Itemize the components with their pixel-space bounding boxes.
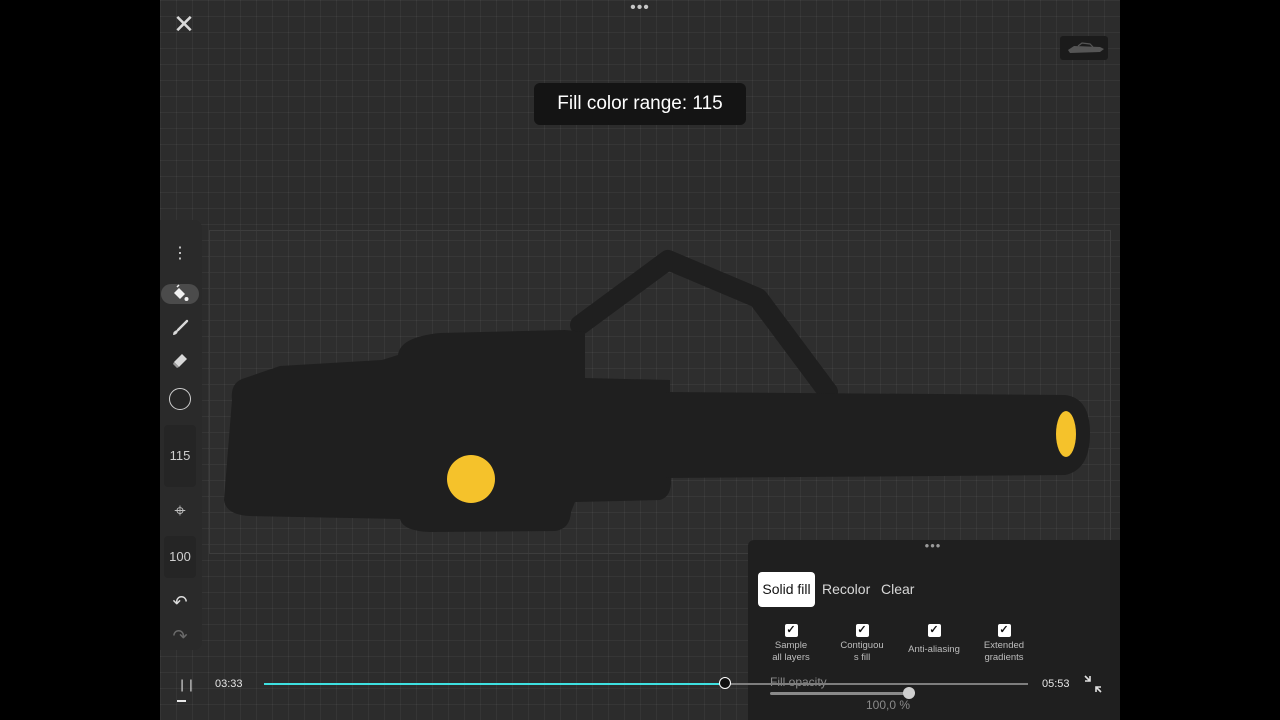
fill-options-panel: ••• Solid fill Recolor Clear ✓ Sample al… [748, 539, 1120, 720]
fill-range-slider[interactable]: 115 [164, 425, 196, 487]
extended-gradients-checkbox[interactable]: ✓ [997, 624, 1011, 637]
contiguous-fill-checkbox[interactable]: ✓ [855, 624, 869, 637]
current-time: 03:33 [215, 678, 243, 690]
pause-icon: | | [180, 677, 194, 692]
chainsaw-body [224, 330, 671, 532]
brush-icon [173, 319, 189, 335]
yellow-dot-bar [1056, 411, 1076, 457]
option-label: Contiguou s fill [840, 640, 884, 663]
seek-knob[interactable] [719, 677, 731, 689]
eraser-tool-button[interactable] [160, 351, 200, 376]
anti-aliasing-checkbox[interactable]: ✓ [927, 624, 941, 637]
fill-opacity-label: Fill opacity [770, 675, 827, 689]
brush-tool-button[interactable] [160, 318, 200, 343]
drawing-app: ✕ ••• Fill color range: 115 ⋮ 115 ⌖ 100 … [160, 0, 1120, 720]
undo-button[interactable]: ↶ [160, 592, 200, 613]
option-label: Anti-aliasing [908, 644, 960, 655]
total-time: 05:53 [1042, 678, 1070, 690]
seek-progress [264, 683, 725, 685]
contiguous-fill-option[interactable]: ✓ Contiguou s fill [832, 624, 892, 664]
fill-opacity-slider[interactable] [770, 692, 915, 695]
handle-stroke [570, 250, 838, 402]
crosshair-icon[interactable]: ⌖ [160, 500, 200, 522]
redo-button[interactable]: ↷ [160, 626, 200, 647]
eraser-icon [173, 354, 187, 368]
pause-indicator [177, 700, 186, 702]
left-toolbar: ⋮ 115 ⌖ 100 ↶ ↷ [160, 220, 202, 650]
exit-fullscreen-button[interactable] [1084, 675, 1102, 693]
sample-all-layers-option[interactable]: ✓ Sample all layers [761, 624, 821, 664]
anti-aliasing-option[interactable]: ✓ Anti-aliasing [893, 624, 975, 656]
pause-button[interactable]: | | [180, 676, 194, 694]
yellow-dot-body [447, 455, 495, 503]
extended-gradients-option[interactable]: ✓ Extended gradients [974, 624, 1034, 664]
panel-drag-handle[interactable]: ••• [918, 539, 948, 552]
opacity-slider[interactable]: 100 [164, 536, 196, 578]
exit-fullscreen-icon [1084, 675, 1102, 693]
tab-recolor[interactable]: Recolor [818, 572, 874, 607]
tab-clear[interactable]: Clear [877, 572, 918, 607]
tab-solid-fill[interactable]: Solid fill [758, 572, 815, 607]
fill-tool-button[interactable] [161, 284, 199, 304]
paint-bucket-icon [174, 284, 189, 301]
option-label: Sample all layers [772, 640, 810, 663]
fill-opacity-value: 100,0 % [866, 698, 911, 712]
more-options-button[interactable]: ⋮ [160, 246, 200, 262]
chainsaw-bar [665, 392, 1090, 478]
color-swatch-button[interactable] [169, 388, 191, 410]
sample-all-layers-checkbox[interactable]: ✓ [784, 624, 798, 637]
option-label: Extended gradients [983, 640, 1025, 663]
